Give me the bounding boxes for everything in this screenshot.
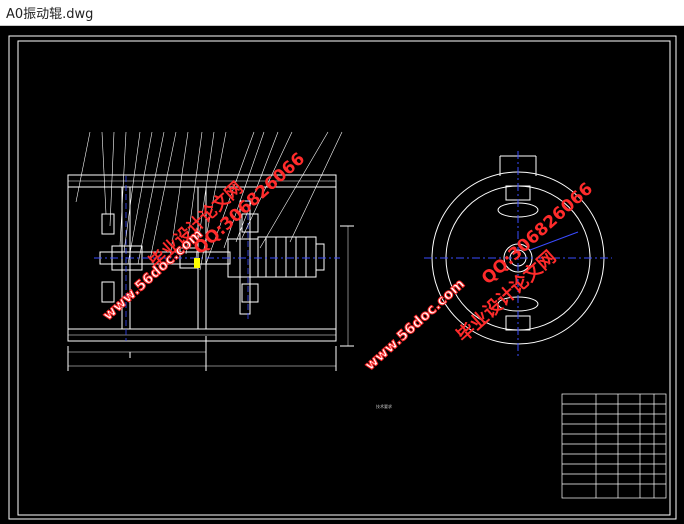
window-title: A0振动辊.dwg bbox=[6, 7, 94, 22]
notes-title: 技术要求 bbox=[376, 404, 392, 409]
cad-drawing bbox=[8, 35, 677, 520]
drawing-canvas[interactable]: 技术要求 毕业设计论文网 QQ:306826066 www.56doc.com … bbox=[0, 26, 684, 524]
title-block bbox=[561, 393, 667, 499]
technical-notes: 技术要求 bbox=[362, 401, 392, 412]
highlight-part bbox=[194, 258, 200, 268]
window-titlebar: A0振动辊.dwg bbox=[0, 0, 684, 26]
